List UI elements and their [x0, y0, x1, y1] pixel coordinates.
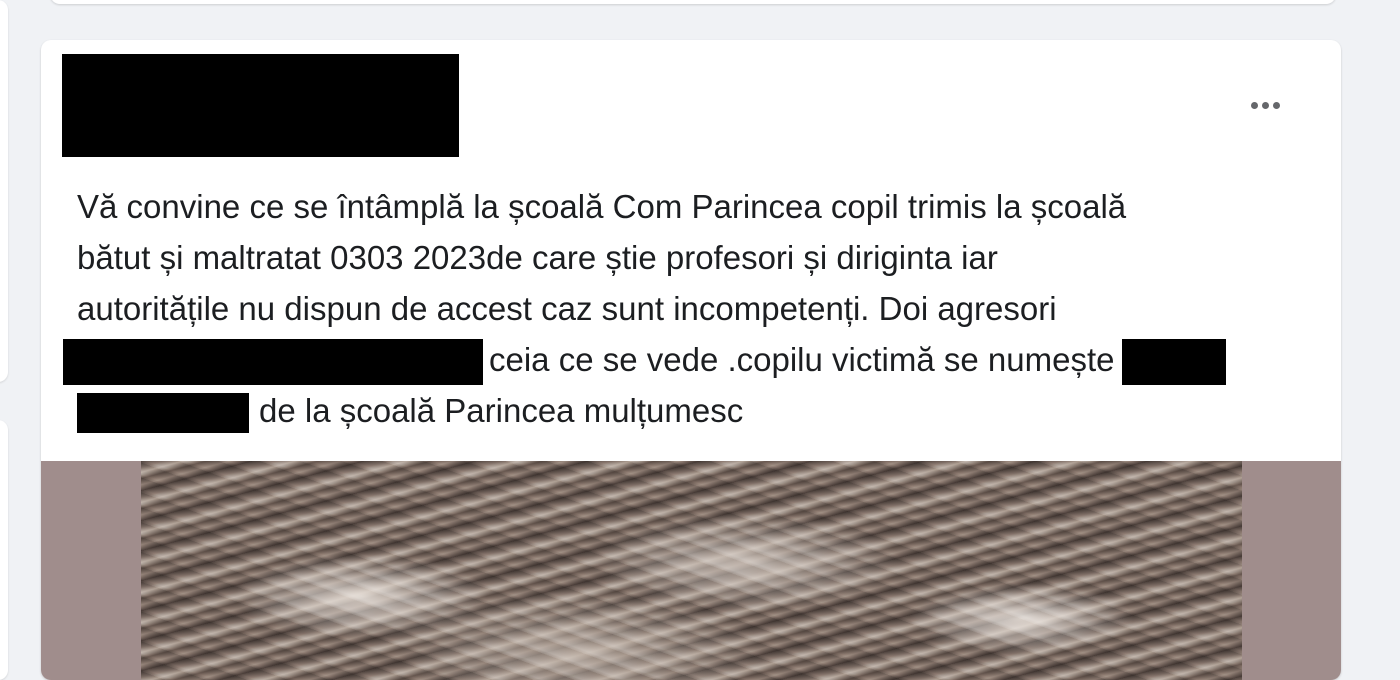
- post-text-line: bătut și maltratat 0303 2023de care știe…: [77, 232, 1317, 283]
- post-text-line: autoritățile nu dispun de accest caz sun…: [77, 283, 1317, 334]
- post-text-segment: bătut și maltratat 0303 2023de care știe…: [77, 239, 998, 276]
- post-text-line: de la școală Parincea mulțumesc: [77, 385, 1317, 436]
- post-text-line: Vă convine ce se întâmplă la școală Com …: [77, 181, 1317, 232]
- more-horizontal-icon: [1250, 101, 1258, 109]
- more-horizontal-icon: [1261, 101, 1269, 109]
- post-card: Vă convine ce se întâmplă la școală Com …: [41, 40, 1341, 680]
- redacted-author-header: [62, 54, 459, 157]
- post-text-line: ceia ce se vede .copilu victimă se numeș…: [63, 334, 1317, 386]
- post-text-segment: ceia ce se vede .copilu victimă se numeș…: [489, 341, 1115, 378]
- left-sidebar-fragment: [0, 420, 8, 680]
- post-text-segment: Vă convine ce se întâmplă la școală Com …: [77, 188, 1127, 225]
- post-text-segment: de la școală Parincea mulțumesc: [259, 392, 744, 429]
- more-options-button[interactable]: [1235, 90, 1295, 120]
- more-horizontal-icon: [1272, 101, 1280, 109]
- redacted-victim-name: [77, 393, 249, 434]
- previous-post-card: [50, 0, 1336, 4]
- redacted-names: [63, 339, 483, 386]
- post-media[interactable]: [41, 461, 1341, 680]
- post-text-segment: autoritățile nu dispun de accest caz sun…: [77, 290, 1057, 327]
- post-text: Vă convine ce se întâmplă la școală Com …: [63, 181, 1317, 436]
- left-sidebar-fragment: [0, 0, 8, 382]
- redacted-victim-name: [1122, 339, 1227, 386]
- post-photo[interactable]: [141, 461, 1242, 680]
